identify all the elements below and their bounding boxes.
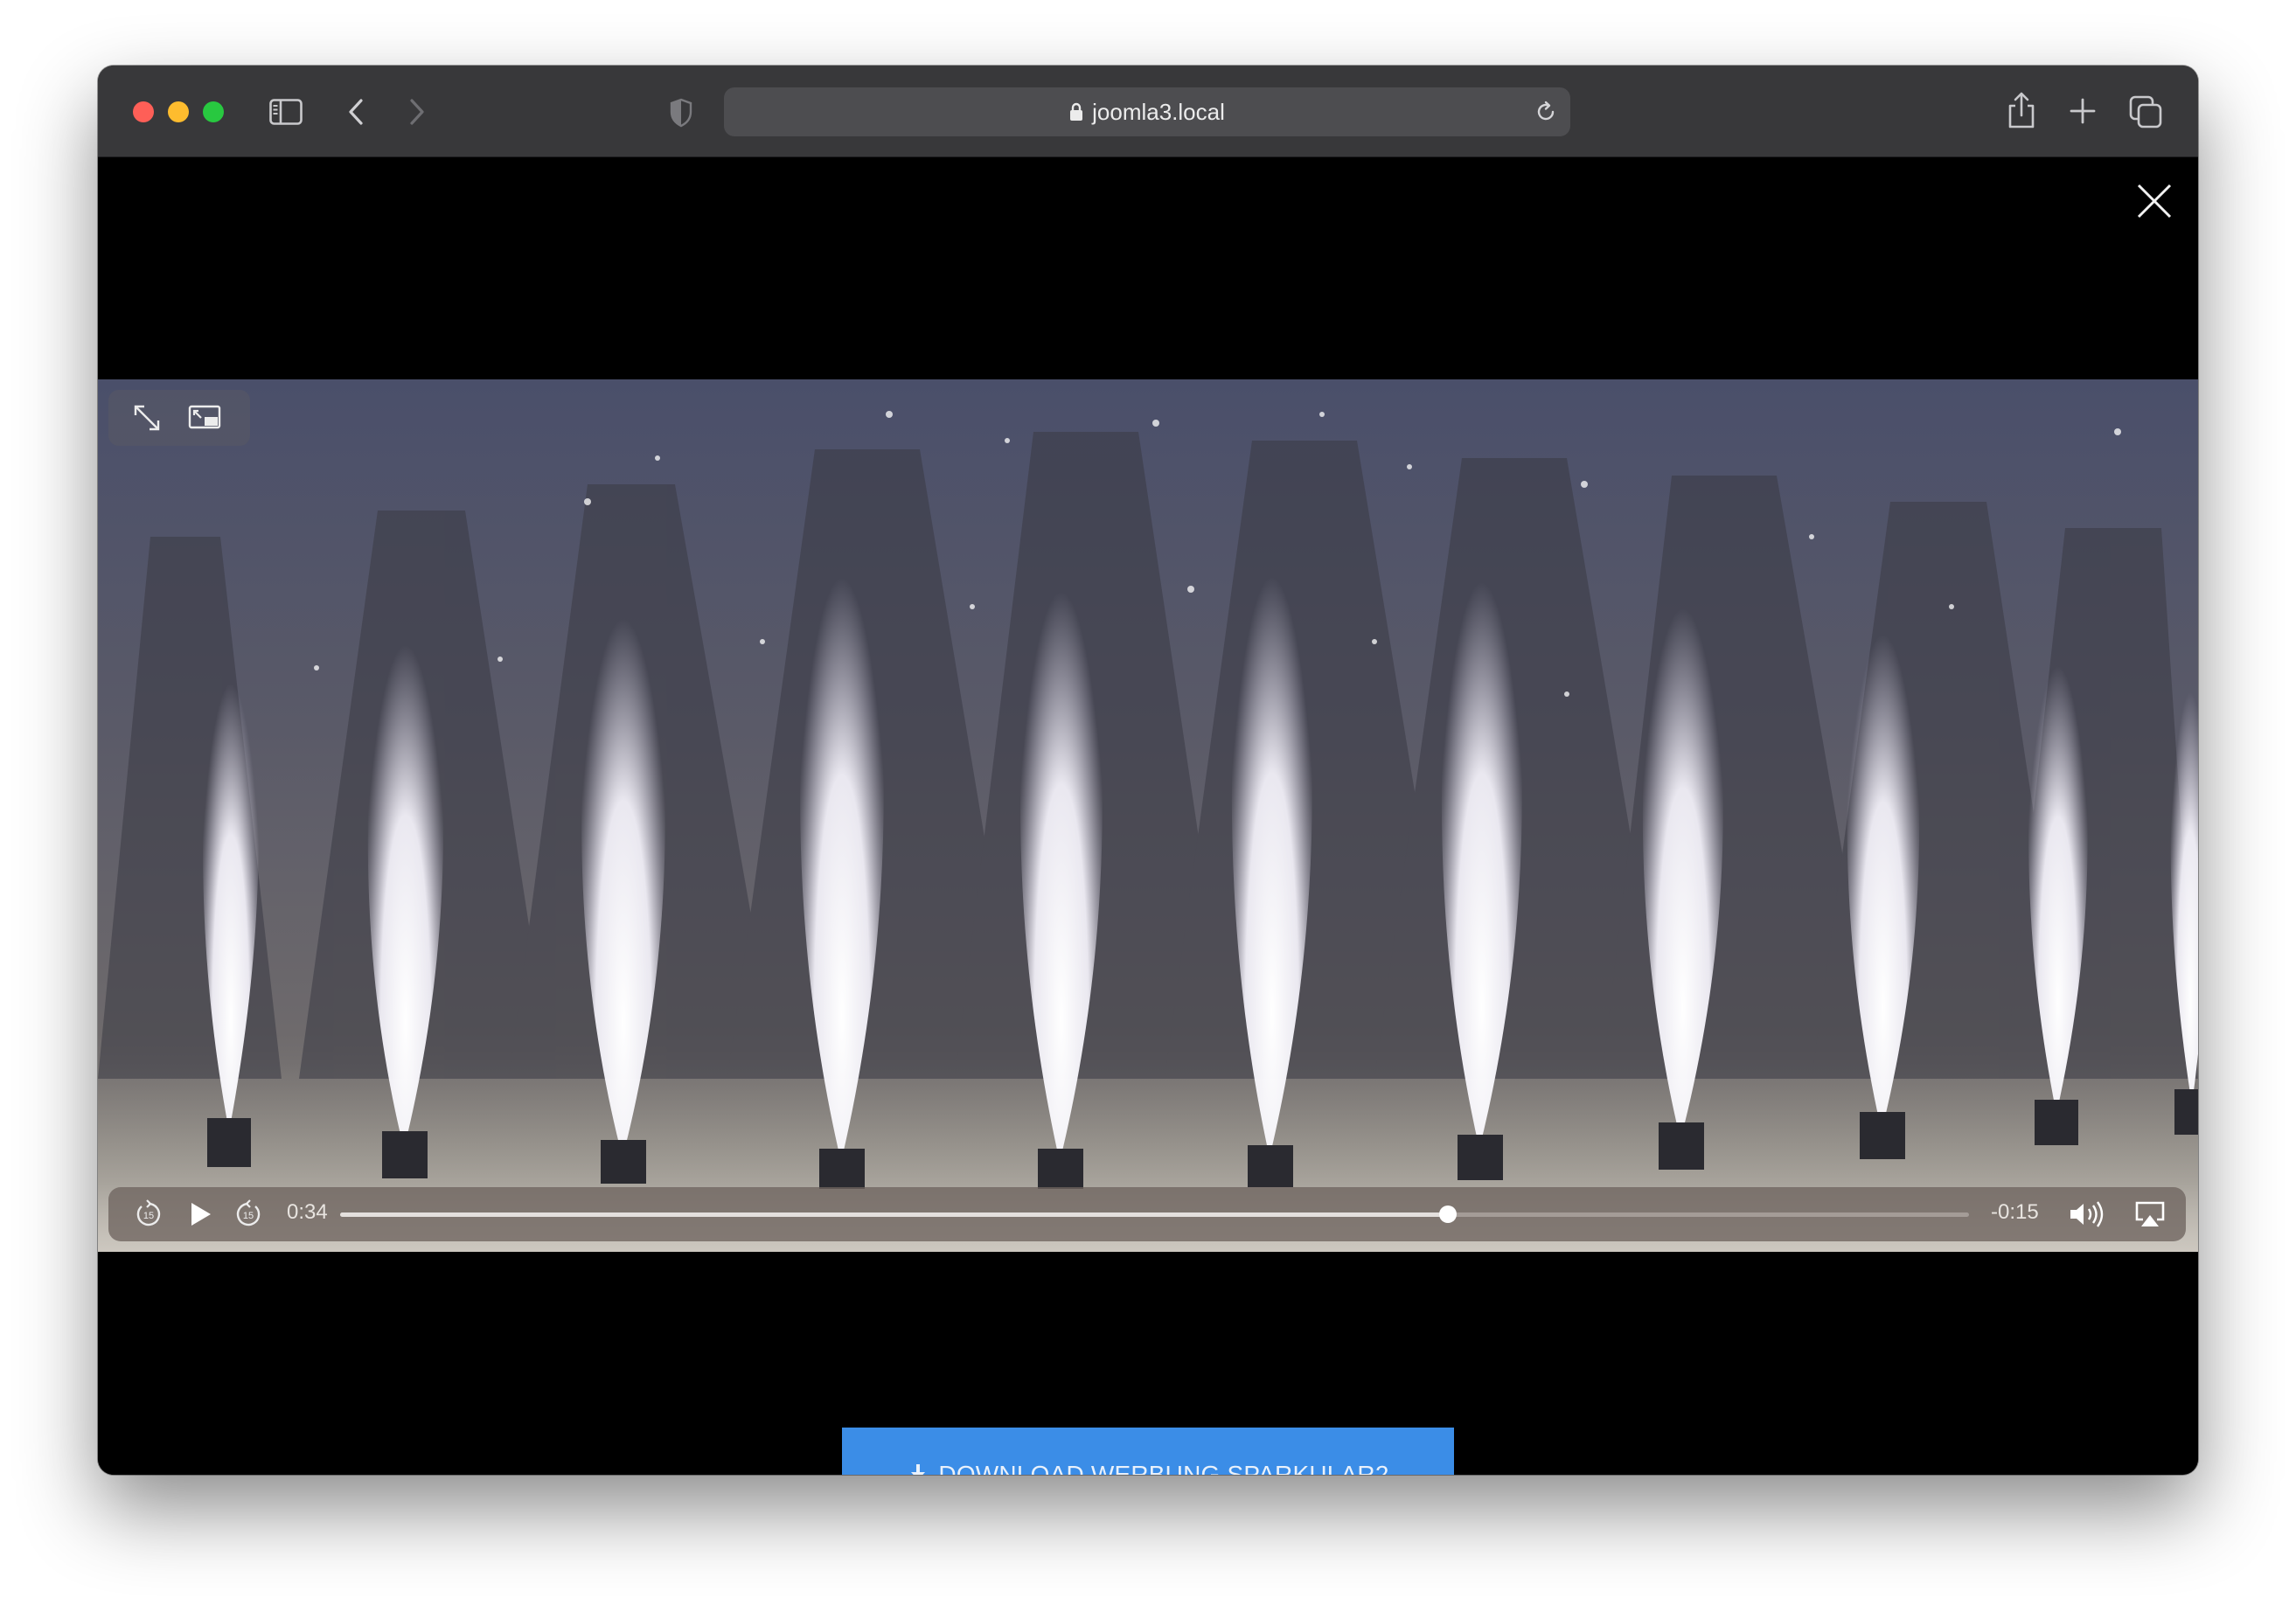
tab-overview-icon[interactable] xyxy=(2128,94,2163,129)
player-control-bar: 15 15 0:34 -0:15 xyxy=(108,1187,2186,1241)
window-minimize-button[interactable] xyxy=(168,101,189,122)
window-zoom-button[interactable] xyxy=(203,101,224,122)
skip-forward-15-icon[interactable]: 15 xyxy=(231,1197,266,1232)
video-player[interactable]: 15 15 0:34 -0:15 xyxy=(98,379,2198,1252)
share-icon[interactable] xyxy=(2004,90,2039,130)
svg-text:15: 15 xyxy=(143,1211,154,1221)
play-icon[interactable] xyxy=(184,1197,219,1232)
remaining-time: -0:15 xyxy=(1991,1200,2039,1224)
lightbox-overlay: 15 15 0:34 -0:15 DOWNLOAD WERBUNG SPARKU… xyxy=(98,157,2198,1475)
download-icon xyxy=(907,1463,929,1475)
elapsed-time: 0:34 xyxy=(287,1200,328,1224)
video-frame-fountains xyxy=(98,411,2198,1252)
url-text: joomla3.local xyxy=(1092,98,1225,125)
sidebar-icon[interactable] xyxy=(268,96,303,128)
reload-icon[interactable] xyxy=(1534,100,1558,129)
download-button[interactable]: DOWNLOAD WERBUNG SPARKULAR2 xyxy=(842,1428,1454,1475)
svg-text:15: 15 xyxy=(243,1211,254,1221)
privacy-shield-icon[interactable] xyxy=(668,97,694,129)
address-bar[interactable]: joomla3.local xyxy=(724,87,1570,136)
fullscreen-icon[interactable] xyxy=(129,400,164,435)
seek-bar[interactable] xyxy=(340,1205,1969,1223)
seek-bar-progress xyxy=(340,1212,1448,1217)
lock-icon xyxy=(1069,102,1083,122)
close-x-icon[interactable] xyxy=(2135,182,2174,220)
new-tab-plus-icon[interactable] xyxy=(2069,97,2097,125)
window-close-button[interactable] xyxy=(133,101,154,122)
volume-icon[interactable] xyxy=(2067,1197,2111,1232)
browser-window: joomla3.local 15 15 0:34 -0:15 DOWNLOAD … xyxy=(98,66,2198,1475)
picture-in-picture-icon[interactable] xyxy=(187,400,222,435)
skip-back-15-icon[interactable]: 15 xyxy=(131,1197,166,1232)
player-top-controls xyxy=(108,390,250,446)
browser-toolbar: joomla3.local xyxy=(98,66,2198,157)
download-label: DOWNLOAD WERBUNG SPARKULAR2 xyxy=(938,1461,1389,1475)
back-chevron-icon[interactable] xyxy=(343,95,369,129)
airplay-icon[interactable] xyxy=(2130,1197,2170,1232)
seek-handle[interactable] xyxy=(1438,1205,1457,1223)
forward-chevron-icon[interactable] xyxy=(404,95,430,129)
